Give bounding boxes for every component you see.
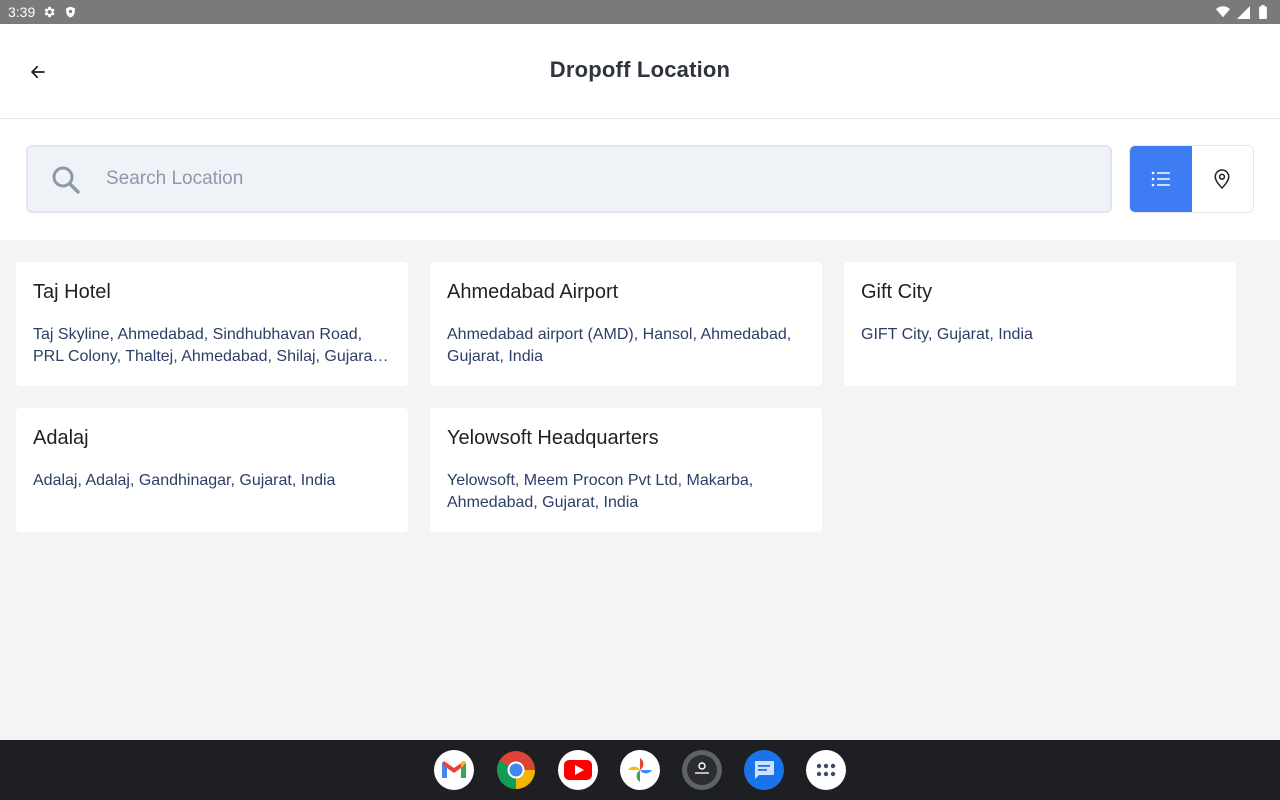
messages-icon[interactable] bbox=[744, 750, 784, 790]
photos-icon[interactable] bbox=[620, 750, 660, 790]
location-name: Taj Hotel bbox=[33, 281, 111, 303]
location-address: Adalaj, Adalaj, Gandhinagar, Gujarat, In… bbox=[33, 472, 336, 489]
location-name: Ahmedabad Airport bbox=[447, 281, 619, 303]
battery-icon bbox=[1256, 5, 1270, 19]
location-card[interactable]: Ahmedabad Airport Ahmedabad airport (AMD… bbox=[430, 262, 822, 386]
search-section bbox=[0, 119, 1280, 240]
app-header: Dropoff Location bbox=[0, 24, 1280, 119]
location-name: Yelowsoft Headquarters bbox=[447, 427, 659, 449]
location-address: Yelowsoft, Meem Procon Pvt Ltd, Makarba,… bbox=[447, 472, 754, 511]
chrome-icon[interactable] bbox=[496, 750, 536, 790]
map-pin-icon bbox=[1214, 169, 1230, 190]
location-card[interactable]: Yelowsoft Headquarters Yelowsoft, Meem P… bbox=[430, 408, 822, 532]
location-card[interactable]: Gift City GIFT City, Gujarat, India bbox=[844, 262, 1236, 386]
location-name: Adalaj bbox=[33, 427, 89, 449]
wifi-icon bbox=[1216, 5, 1230, 19]
location-address: GIFT City, Gujarat, India bbox=[861, 326, 1033, 343]
location-address: Taj Skyline, Ahmedabad, Sindhubhavan Roa… bbox=[33, 326, 382, 365]
gmail-icon[interactable] bbox=[434, 750, 474, 790]
location-address: Ahmedabad airport (AMD), Hansol, Ahmedab… bbox=[447, 326, 792, 365]
view-toggle bbox=[1129, 145, 1254, 213]
taskbar bbox=[0, 740, 1280, 800]
search-input[interactable] bbox=[106, 147, 1086, 211]
status-time: 3:39 bbox=[8, 4, 36, 20]
page-title: Dropoff Location bbox=[549, 57, 731, 82]
location-card[interactable]: Adalaj Adalaj, Adalaj, Gandhinagar, Guja… bbox=[16, 408, 408, 532]
map-view-button[interactable] bbox=[1192, 146, 1254, 212]
signal-icon bbox=[1236, 5, 1250, 19]
status-bar: 3:39 bbox=[0, 0, 1280, 24]
app-drawer-icon[interactable] bbox=[806, 750, 846, 790]
location-card[interactable]: Taj Hotel Taj Skyline, Ahmedabad, Sindhu… bbox=[16, 262, 408, 386]
search-icon bbox=[52, 166, 80, 194]
shield-icon bbox=[63, 5, 77, 19]
location-name: Gift City bbox=[861, 281, 933, 303]
list-icon bbox=[1151, 171, 1170, 187]
app-icon[interactable] bbox=[682, 750, 722, 790]
list-view-button[interactable] bbox=[1130, 146, 1192, 212]
search-box[interactable] bbox=[26, 145, 1112, 213]
settings-icon bbox=[42, 5, 56, 19]
youtube-icon[interactable] bbox=[558, 750, 598, 790]
